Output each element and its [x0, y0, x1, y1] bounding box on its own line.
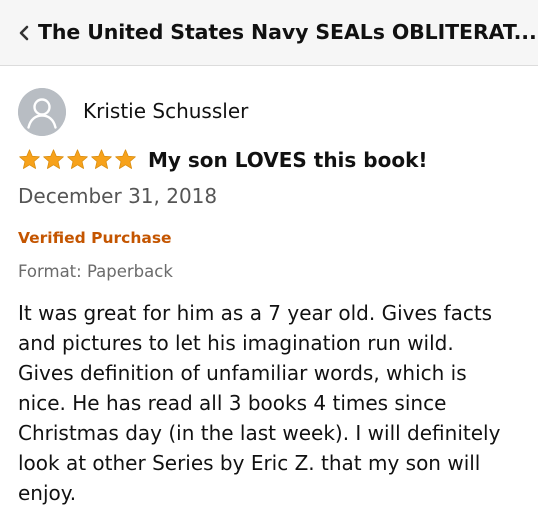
- star-filled-icon: [43, 149, 64, 169]
- verified-purchase-badge: Verified Purchase: [18, 229, 172, 247]
- reviewer-name[interactable]: Kristie Schussler: [83, 96, 248, 126]
- star-rating: [18, 148, 137, 172]
- chevron-left-icon[interactable]: [16, 24, 34, 42]
- review-body-line: Christmas day (in the last week). I will…: [18, 421, 501, 445]
- top-bar: The United States Navy SEALs OBLITERAT..…: [0, 0, 538, 66]
- review-title: My son LOVES this book!: [148, 148, 428, 172]
- review-body-line: nice. He has read all 3 books 4 times si…: [18, 391, 447, 415]
- review-body-line: Gives definition of unfamiliar words, wh…: [18, 361, 467, 385]
- product-title[interactable]: The United States Navy SEALs OBLITERAT..…: [38, 16, 537, 48]
- review-body-line: and pictures to let his imagination run …: [18, 331, 454, 355]
- star-filled-icon: [19, 149, 40, 169]
- review-body-line: look at other Series by Eric Z. that my …: [18, 451, 481, 475]
- product-format: Format: Paperback: [18, 262, 173, 281]
- avatar[interactable]: [18, 88, 66, 136]
- star-filled-icon: [115, 149, 136, 169]
- review-body-line: It was great for him as a 7 year old. Gi…: [18, 301, 493, 325]
- star-filled-icon: [91, 149, 112, 169]
- review-body: It was great for him as a 7 year old. Gi…: [18, 298, 528, 508]
- default-user-avatar-icon: [18, 88, 66, 136]
- star-filled-icon: [67, 149, 88, 169]
- review-body-line: enjoy.: [18, 481, 77, 505]
- review-date: December 31, 2018: [18, 184, 218, 208]
